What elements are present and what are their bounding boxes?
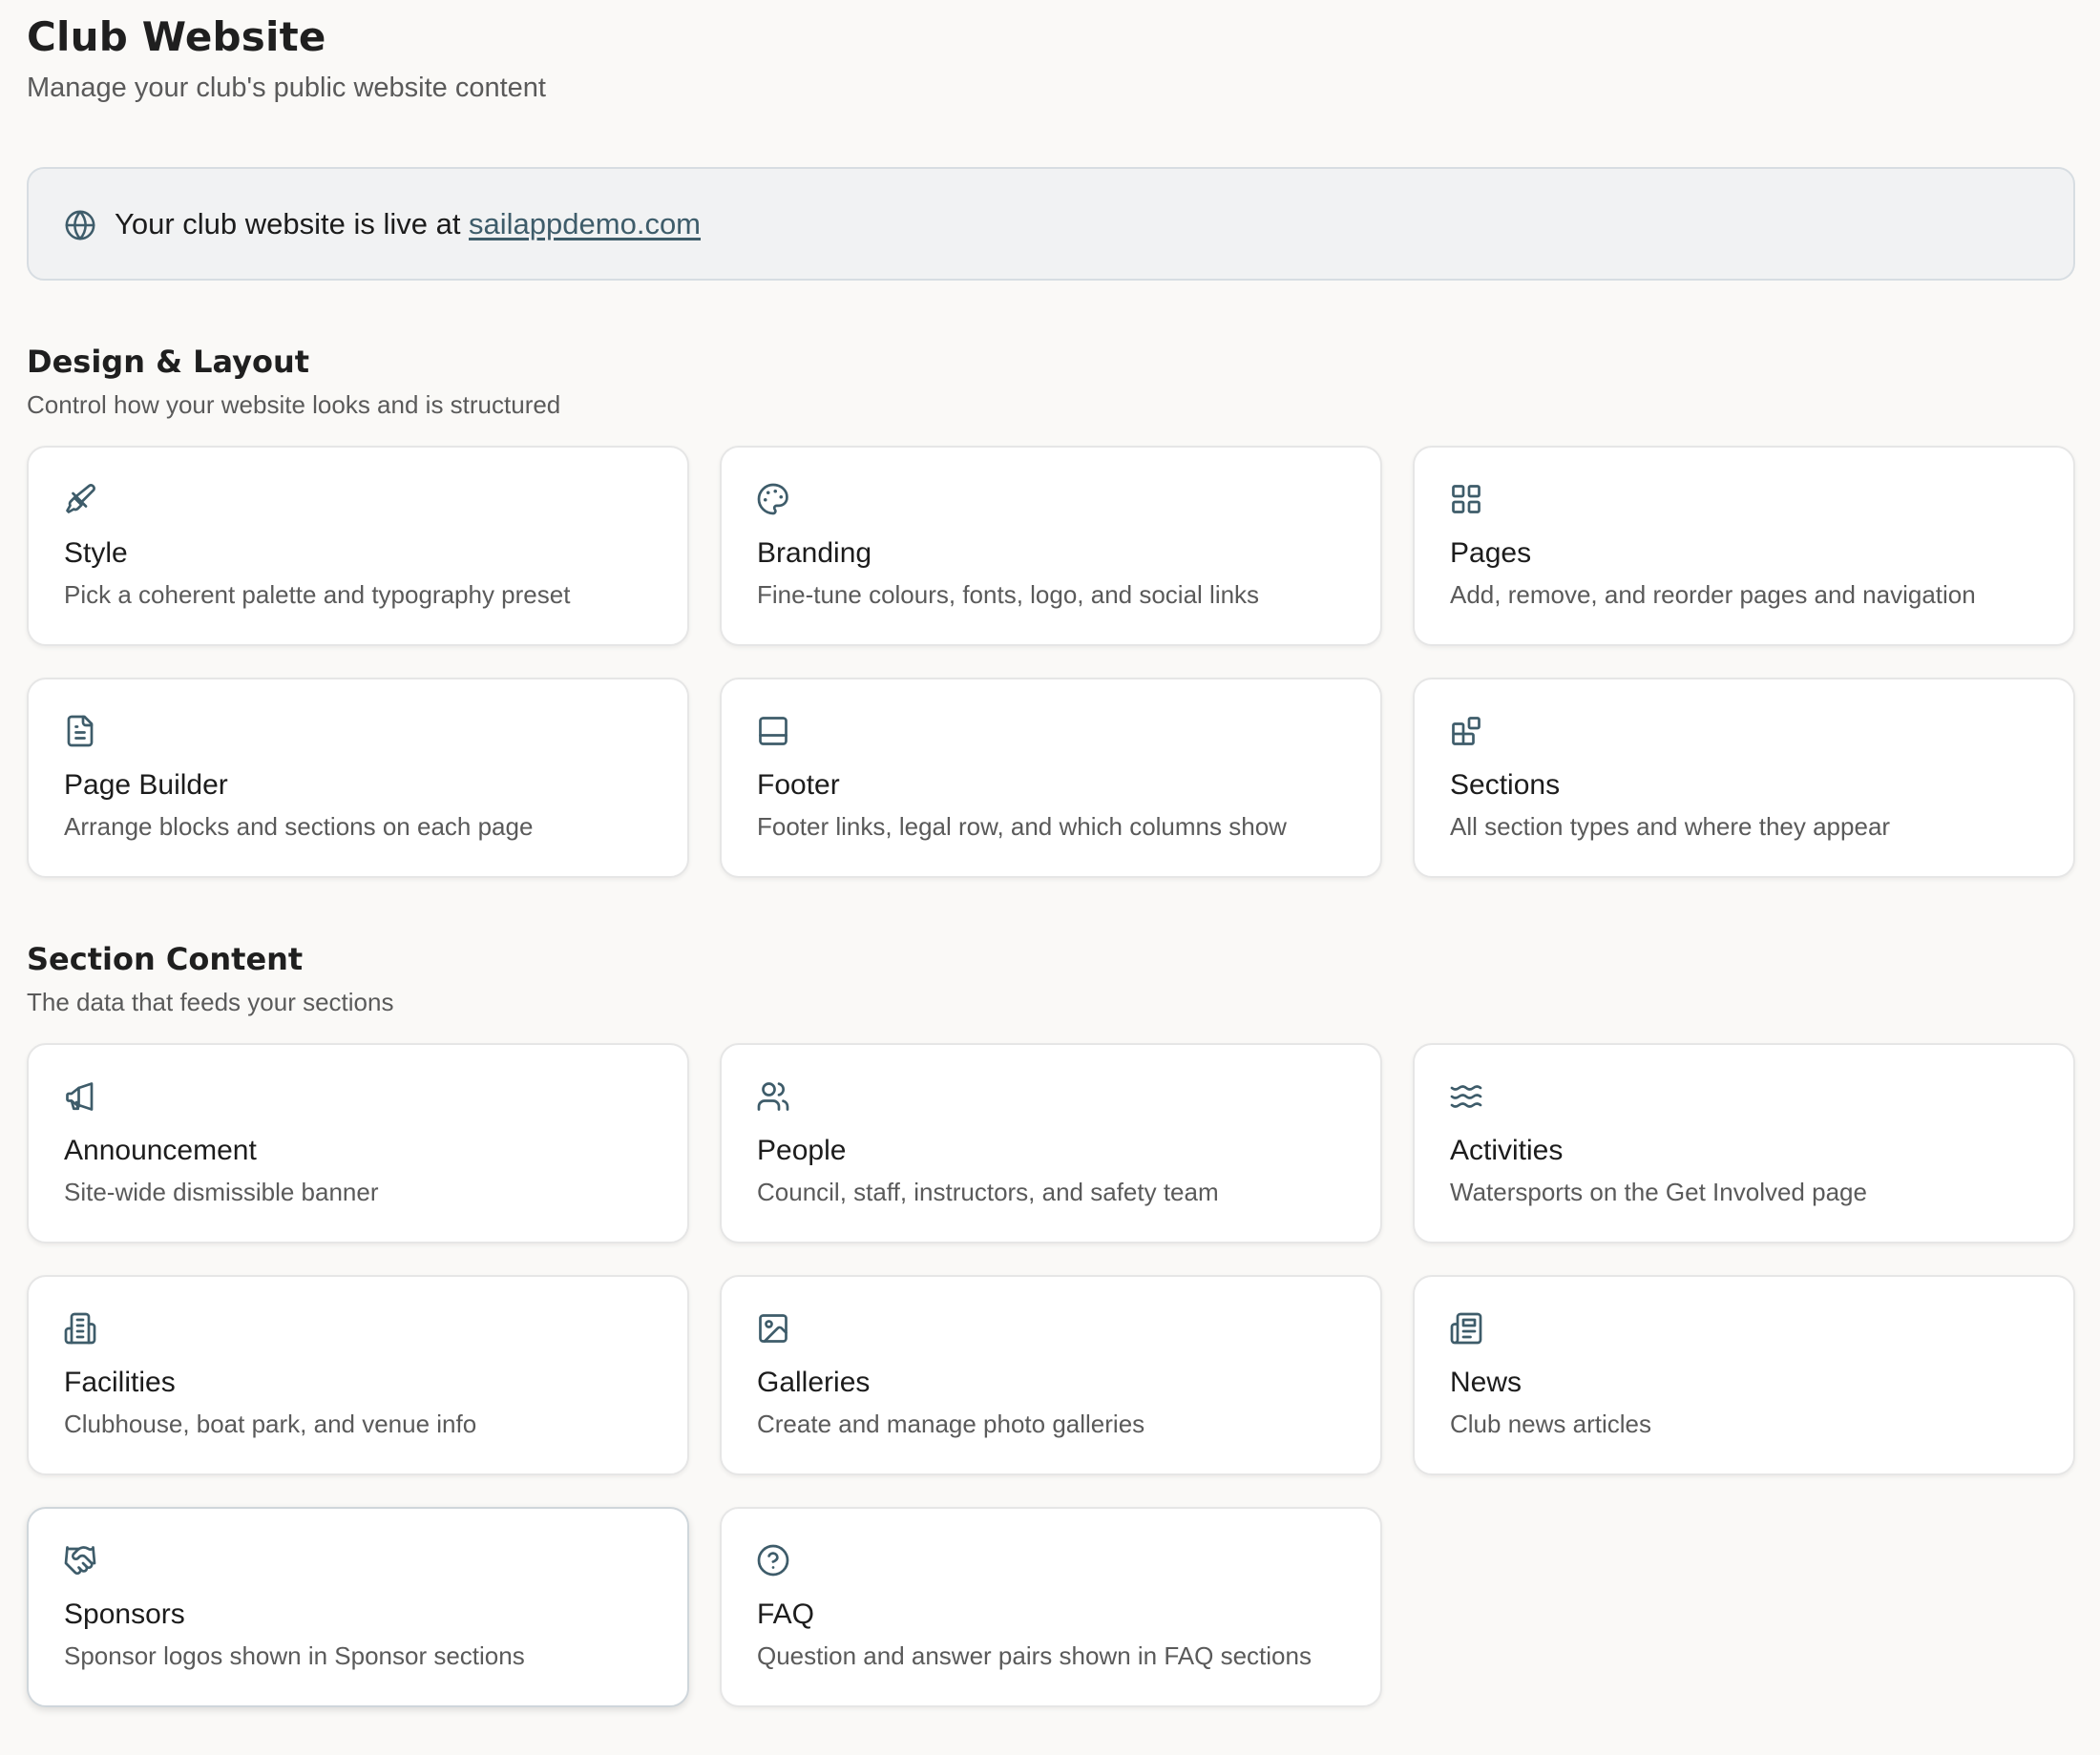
card-description: Council, staff, instructors, and safety …: [757, 1178, 1219, 1206]
card-page-builder[interactable]: Page Builder Arrange blocks and sections…: [27, 678, 689, 878]
building-icon: [63, 1311, 97, 1346]
palette-icon: [756, 482, 790, 516]
blocks-icon: [1449, 714, 1483, 748]
card-description: Arrange blocks and sections on each page: [64, 812, 534, 841]
card-title: Branding: [757, 537, 872, 569]
card-description: Site-wide dismissible banner: [64, 1178, 379, 1206]
card-description: Club news articles: [1450, 1410, 1651, 1438]
card-title: Facilities: [64, 1367, 176, 1398]
waves-icon: [1449, 1079, 1483, 1114]
card-faq[interactable]: FAQ Question and answer pairs shown in F…: [720, 1507, 1382, 1707]
card-activities[interactable]: Activities Watersports on the Get Involv…: [1413, 1043, 2075, 1243]
card-news[interactable]: News Club news articles: [1413, 1275, 2075, 1475]
section-title-design-layout: Design & Layout: [27, 344, 310, 380]
megaphone-icon: [63, 1079, 97, 1114]
image-icon: [756, 1311, 790, 1346]
card-description: Pick a coherent palette and typography p…: [64, 580, 571, 609]
help-circle-icon: [756, 1543, 790, 1577]
newspaper-icon: [1449, 1311, 1483, 1346]
card-title: Galleries: [757, 1367, 871, 1398]
card-title: Activities: [1450, 1135, 1564, 1166]
card-title: People: [757, 1135, 847, 1166]
globe-icon: [64, 209, 96, 241]
card-title: Style: [64, 537, 128, 569]
card-description: Watersports on the Get Involved page: [1450, 1178, 1867, 1206]
card-sponsors[interactable]: Sponsors Sponsor logos shown in Sponsor …: [27, 1507, 689, 1707]
card-description: Add, remove, and reorder pages and navig…: [1450, 580, 1976, 609]
card-announcement[interactable]: Announcement Site-wide dismissible banne…: [27, 1043, 689, 1243]
card-description: Question and answer pairs shown in FAQ s…: [757, 1641, 1312, 1670]
card-title: Footer: [757, 769, 840, 801]
card-facilities[interactable]: Facilities Clubhouse, boat park, and ven…: [27, 1275, 689, 1475]
live-site-link[interactable]: sailappdemo.com: [469, 207, 701, 240]
card-title: FAQ: [757, 1598, 815, 1630]
card-description: Fine-tune colours, fonts, logo, and soci…: [757, 580, 1260, 609]
card-branding[interactable]: Branding Fine-tune colours, fonts, logo,…: [720, 446, 1382, 646]
paintbrush-icon: [63, 482, 97, 516]
grid-icon: [1449, 482, 1483, 516]
card-title: Page Builder: [64, 769, 228, 801]
handshake-icon: [63, 1543, 97, 1577]
live-site-label: Your club website is live at: [115, 207, 470, 240]
card-title: Pages: [1450, 537, 1532, 569]
card-title: Sections: [1450, 769, 1561, 801]
card-description: Sponsor logos shown in Sponsor sections: [64, 1641, 525, 1670]
card-title: News: [1450, 1367, 1522, 1398]
section-desc-section-content: The data that feeds your sections: [27, 988, 394, 1016]
card-style[interactable]: Style Pick a coherent palette and typogr…: [27, 446, 689, 646]
card-title: Sponsors: [64, 1598, 185, 1630]
users-icon: [756, 1079, 790, 1114]
page-title: Club Website: [27, 13, 326, 60]
card-description: Footer links, legal row, and which colum…: [757, 812, 1287, 841]
live-site-text: Your club website is live at sailappdemo…: [115, 207, 701, 241]
card-galleries[interactable]: Galleries Create and manage photo galler…: [720, 1275, 1382, 1475]
card-sections[interactable]: Sections All section types and where the…: [1413, 678, 2075, 878]
club-website-page: Club Website Manage your club's public w…: [0, 0, 2100, 1755]
card-footer[interactable]: Footer Footer links, legal row, and whic…: [720, 678, 1382, 878]
page-subtitle: Manage your club's public website conten…: [27, 73, 546, 103]
section-desc-design-layout: Control how your website looks and is st…: [27, 390, 561, 419]
panel-bottom-icon: [756, 714, 790, 748]
section-title-section-content: Section Content: [27, 941, 304, 977]
card-people[interactable]: People Council, staff, instructors, and …: [720, 1043, 1382, 1243]
card-description: Clubhouse, boat park, and venue info: [64, 1410, 477, 1438]
card-description: Create and manage photo galleries: [757, 1410, 1145, 1438]
card-title: Announcement: [64, 1135, 257, 1166]
card-description: All section types and where they appear: [1450, 812, 1891, 841]
live-site-banner: Your club website is live at sailappdemo…: [27, 167, 2075, 281]
card-pages[interactable]: Pages Add, remove, and reorder pages and…: [1413, 446, 2075, 646]
document-icon: [63, 714, 97, 748]
